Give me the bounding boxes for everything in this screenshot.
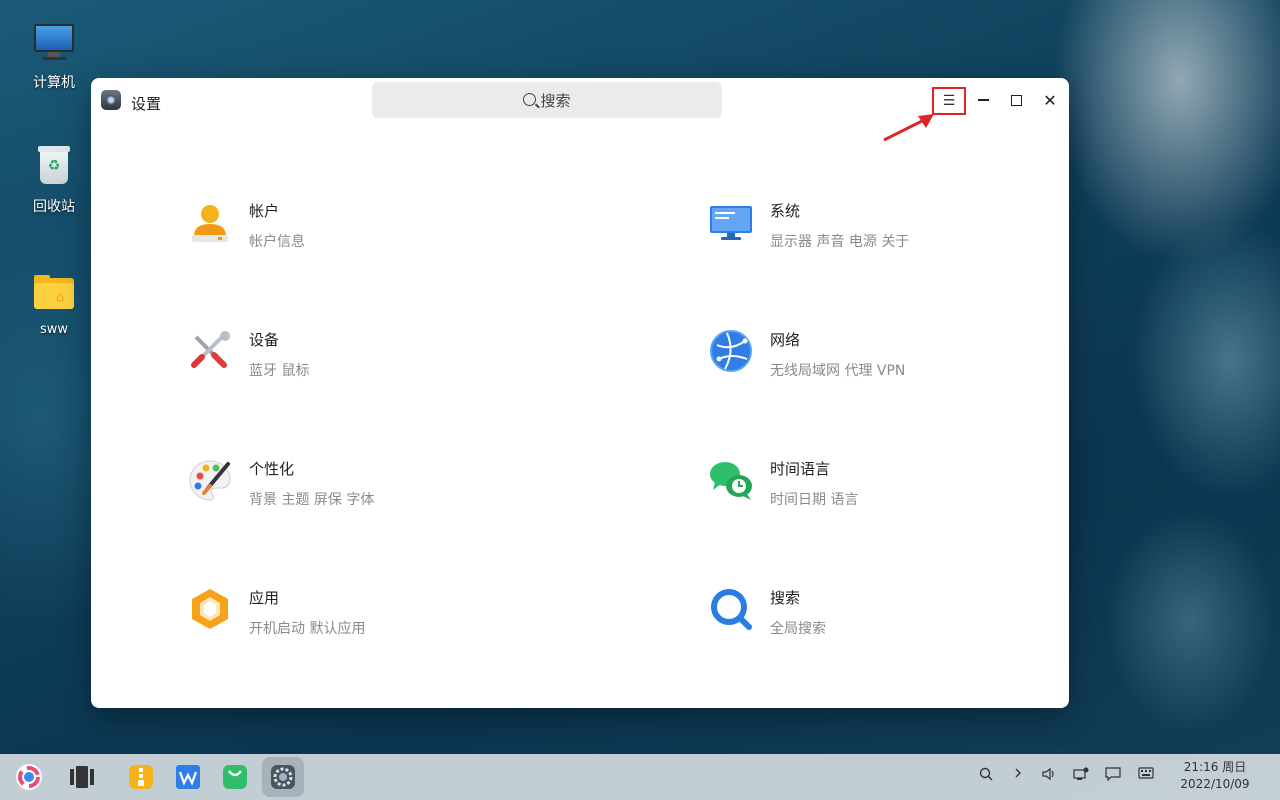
settings-item-apps[interactable]: 应用 开机启动 默认应用 bbox=[188, 587, 548, 647]
settings-item-name: 设备 bbox=[249, 331, 280, 349]
settings-app-icon bbox=[101, 90, 121, 110]
settings-item-account[interactable]: 帐户 帐户信息 bbox=[188, 200, 548, 260]
tray-volume[interactable] bbox=[1040, 767, 1058, 785]
settings-window: 设置 搜索 ☰ ✕ 帐户 帐户信息 系统 显示器 声音 电源 关于 设备 蓝牙 … bbox=[91, 78, 1069, 708]
tray-search[interactable] bbox=[977, 767, 995, 785]
search-icon bbox=[979, 767, 993, 781]
network-globe-icon bbox=[710, 330, 752, 372]
recycle-bin-icon: ♻ bbox=[32, 146, 76, 190]
settings-item-network[interactable]: 网络 无线局域网 代理 VPN bbox=[709, 329, 1069, 389]
settings-item-devices[interactable]: 设备 蓝牙 鼠标 bbox=[188, 329, 548, 389]
taskbar-multitask-view[interactable] bbox=[64, 759, 100, 795]
taskbar-settings[interactable] bbox=[262, 757, 304, 797]
close-icon: ✕ bbox=[1043, 90, 1057, 110]
settings-item-desc: 背景 主题 屏保 字体 bbox=[249, 492, 375, 508]
wps-icon bbox=[176, 765, 200, 789]
palette-icon bbox=[189, 460, 231, 501]
maximize-icon bbox=[1010, 94, 1022, 106]
volume-icon bbox=[1042, 767, 1054, 781]
launcher-icon bbox=[16, 764, 42, 790]
taskbar-wps-office[interactable] bbox=[170, 759, 206, 795]
desktop-icon-home-folder[interactable]: ⌂ sww bbox=[22, 272, 86, 337]
minimize-button[interactable] bbox=[969, 88, 997, 112]
settings-item-desc: 无线局域网 代理 VPN bbox=[770, 363, 906, 379]
search-placeholder: 搜索 bbox=[540, 91, 571, 110]
tray-expand[interactable] bbox=[1009, 767, 1027, 783]
settings-item-desc: 帐户信息 bbox=[249, 234, 305, 250]
taskbar-launcher[interactable] bbox=[11, 759, 47, 795]
settings-item-personalization[interactable]: 个性化 背景 主题 屏保 字体 bbox=[188, 458, 548, 518]
message-icon bbox=[1105, 767, 1121, 782]
chevron-right-icon bbox=[1015, 768, 1021, 778]
desktop-icon-recycle-bin[interactable]: ♻ 回收站 bbox=[22, 146, 86, 216]
tray-network[interactable] bbox=[1072, 767, 1090, 785]
settings-item-name: 帐户 bbox=[249, 202, 280, 220]
settings-item-time-language[interactable]: 时间语言 时间日期 语言 bbox=[709, 458, 1069, 518]
search-box[interactable]: 搜索 bbox=[372, 82, 722, 118]
settings-item-search[interactable]: 搜索 全局搜索 bbox=[709, 587, 1069, 647]
tray-keyboard[interactable] bbox=[1137, 767, 1155, 783]
window-title: 设置 bbox=[131, 95, 162, 113]
desktop-icon-computer[interactable]: 计算机 bbox=[22, 22, 86, 92]
account-icon bbox=[192, 205, 228, 242]
chat-clock-icon bbox=[710, 462, 752, 500]
maximize-button[interactable] bbox=[1002, 88, 1030, 112]
annotation-arrow bbox=[883, 114, 934, 142]
folder-icon: ⌂ bbox=[32, 272, 76, 316]
multitask-view-icon bbox=[70, 766, 94, 788]
settings-item-desc: 蓝牙 鼠标 bbox=[249, 363, 310, 379]
apps-hexagon-icon bbox=[192, 589, 228, 629]
monitor-icon bbox=[710, 206, 752, 240]
close-button[interactable]: ✕ bbox=[1036, 88, 1064, 112]
tray-notifications[interactable] bbox=[1104, 767, 1122, 785]
settings-item-system[interactable]: 系统 显示器 声音 电源 关于 bbox=[709, 200, 1069, 260]
archive-icon bbox=[129, 765, 153, 789]
settings-item-name: 网络 bbox=[770, 331, 801, 349]
settings-item-desc: 开机启动 默认应用 bbox=[249, 621, 366, 637]
settings-item-name: 时间语言 bbox=[770, 460, 831, 478]
settings-item-name: 个性化 bbox=[249, 460, 295, 478]
taskbar-app-store[interactable] bbox=[217, 759, 253, 795]
minimize-icon bbox=[977, 99, 989, 101]
desktop-icon-label: sww bbox=[39, 322, 69, 337]
settings-gear-icon bbox=[271, 765, 295, 789]
settings-item-desc: 时间日期 语言 bbox=[770, 492, 859, 508]
tray-clock[interactable]: 21:16 周日 2022/10/09 bbox=[1170, 759, 1260, 793]
search-icon bbox=[523, 92, 537, 106]
settings-item-name: 应用 bbox=[249, 589, 280, 607]
computer-icon bbox=[32, 22, 76, 66]
settings-item-desc: 全局搜索 bbox=[770, 621, 826, 637]
desktop-icon-label: 回收站 bbox=[33, 199, 75, 215]
network-wired-icon bbox=[1073, 767, 1089, 780]
clock-time: 21:16 周日 bbox=[1183, 760, 1247, 774]
clock-date: 2022/10/09 bbox=[1180, 777, 1250, 791]
desktop-icon-label: 计算机 bbox=[33, 75, 75, 91]
app-store-icon bbox=[223, 765, 247, 789]
magnifier-icon bbox=[711, 589, 752, 630]
settings-item-desc: 显示器 声音 电源 关于 bbox=[770, 234, 910, 250]
taskbar-archive-manager[interactable] bbox=[123, 759, 159, 795]
taskbar: 21:16 周日 2022/10/09 bbox=[0, 754, 1280, 800]
keyboard-icon bbox=[1138, 767, 1154, 779]
hamburger-menu-icon: ☰ bbox=[942, 93, 956, 109]
settings-item-name: 系统 bbox=[770, 202, 801, 220]
settings-item-name: 搜索 bbox=[770, 589, 801, 607]
tools-icon bbox=[191, 331, 230, 368]
